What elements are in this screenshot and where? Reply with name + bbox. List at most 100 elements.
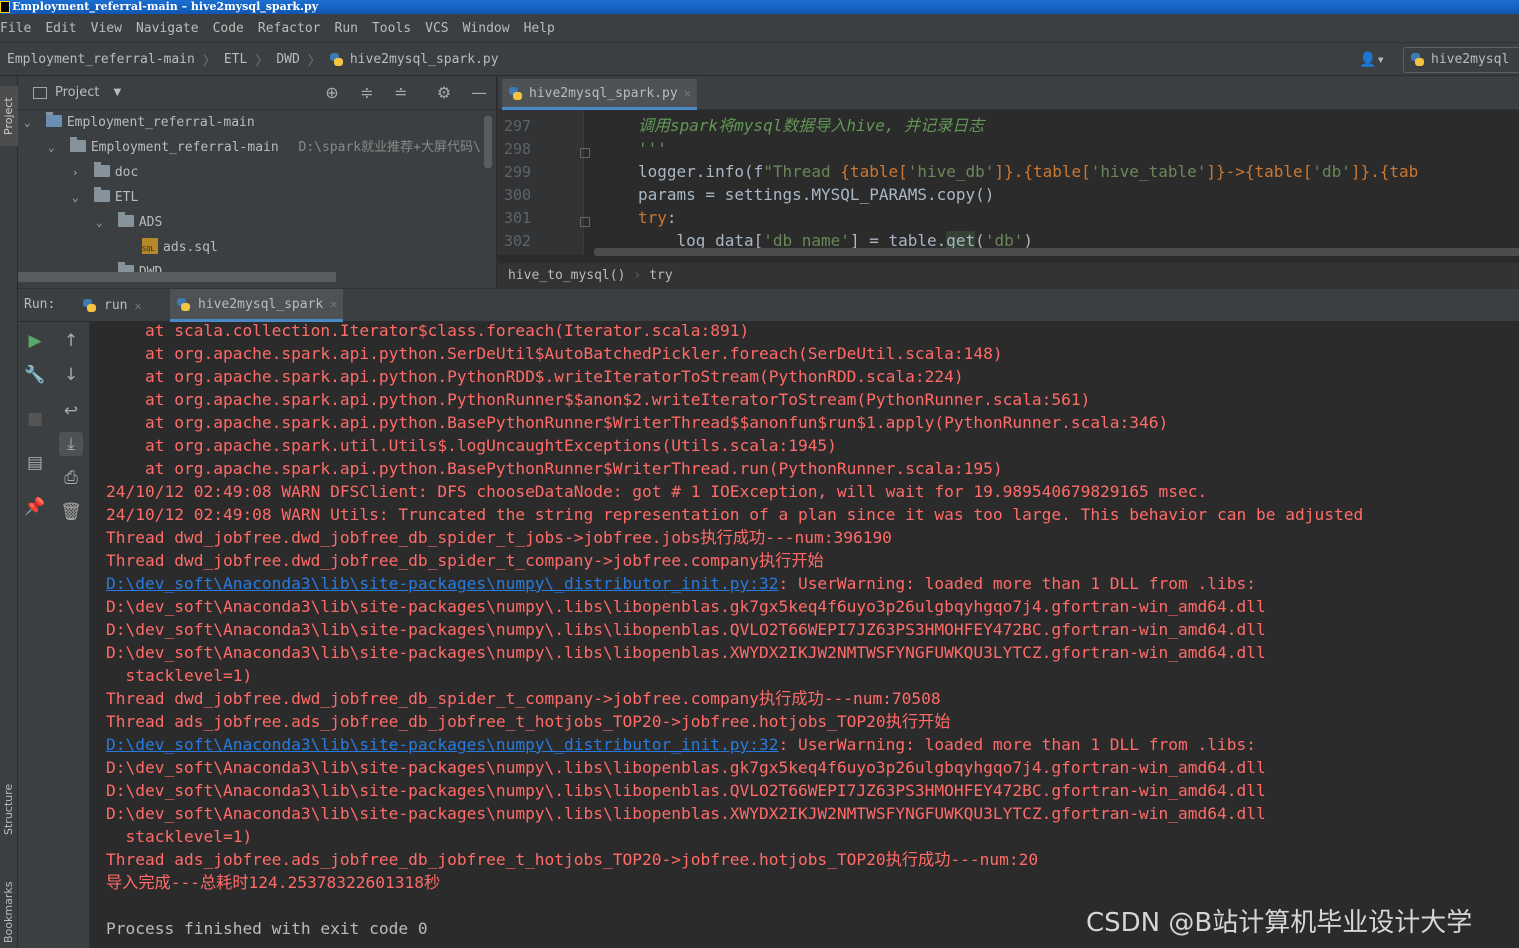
close-icon[interactable]: ✕ — [330, 297, 337, 311]
editor-tab-hive2mysql[interactable]: hive2mysql_spark.py ✕ — [502, 79, 697, 110]
menu-refactor[interactable]: Refactor — [252, 21, 329, 36]
arrow-up-icon[interactable]: ↑ — [59, 329, 83, 353]
chevron-down-icon[interactable]: ⌄ — [24, 110, 38, 135]
console-line: Thread dwd_jobfree.dwd_jobfree_db_spider… — [106, 528, 892, 547]
menu-vcs[interactable]: VCS — [419, 21, 456, 36]
locate-icon[interactable]: ⊕ — [322, 83, 342, 103]
code-token-colon: : — [666, 208, 677, 227]
breadcrumb-separator: 〉 — [202, 53, 216, 69]
folder-icon — [69, 136, 86, 152]
layout-icon[interactable]: ▤ — [23, 451, 47, 475]
project-panel: Project ▼ ⊕ ≑ ≐ ⚙ — ⌄ Employment_referra… — [18, 76, 496, 288]
console-line: at org.apache.spark.api.python.SerDeUtil… — [106, 344, 1003, 363]
code-line-298: ''' — [638, 139, 667, 158]
editor-horizontal-scrollbar[interactable] — [594, 248, 1519, 256]
chevron-down-icon[interactable]: ⌄ — [96, 210, 110, 235]
code-line-301: try: — [638, 206, 677, 229]
breadcrumb-project[interactable]: Employment_referral-main — [7, 52, 195, 67]
project-view-icon — [33, 86, 47, 99]
console-line: at org.apache.spark.api.python.PythonRun… — [106, 390, 1091, 409]
menu-run[interactable]: Run — [329, 21, 366, 36]
console-output[interactable]: at scala.collection.Iterator$class.forea… — [90, 322, 1519, 948]
crumb-block[interactable]: try — [649, 268, 672, 283]
menu-code[interactable]: Code — [207, 21, 252, 36]
tree-item-path-hint: D:\spark就业推荐+大屏代码\ — [298, 140, 481, 155]
breadcrumb-separator: 〉 — [255, 53, 269, 69]
arrow-down-icon[interactable]: ↓ — [59, 363, 83, 387]
editor-tab-label: hive2mysql_spark.py — [529, 85, 678, 101]
wrench-icon[interactable]: 🔧 — [23, 363, 47, 387]
tree-item-root-module[interactable]: ⌄ Employment_referral-main — [24, 110, 255, 135]
collapse-all-icon[interactable]: ≐ — [391, 83, 411, 103]
user-account-icon[interactable]: 👤▾ — [1359, 52, 1385, 68]
code-token: 'hive_db' — [907, 162, 995, 181]
breadcrumb-dwd[interactable]: DWD — [276, 52, 299, 67]
tree-item-ads-sql[interactable]: SQL ads.sql — [142, 235, 218, 260]
play-icon[interactable]: ▶ — [23, 329, 47, 353]
console-line: at org.apache.spark.util.Utils$.logUncau… — [106, 436, 837, 455]
project-vertical-scrollbar[interactable] — [484, 116, 492, 168]
chevron-right-icon[interactable]: › — [72, 160, 86, 185]
chevron-down-icon[interactable]: ⌄ — [48, 135, 62, 160]
crumb-function[interactable]: hive_to_mysql() — [508, 268, 625, 283]
menu-edit[interactable]: Edit — [39, 21, 84, 36]
project-horizontal-scrollbar[interactable] — [18, 272, 336, 282]
run-tab-run[interactable]: run ✕ — [76, 289, 148, 322]
run-tab-hive2mysql-spark[interactable]: hive2mysql_spark ✕ — [170, 289, 344, 322]
run-configuration-selector[interactable]: hive2mysql — [1403, 46, 1519, 73]
console-line: Thread dwd_jobfree.dwd_jobfree_db_spider… — [106, 551, 824, 570]
run-toolbar-primary: ▶ 🔧 ■ ▤ 📌 — [18, 322, 52, 948]
chevron-down-icon[interactable]: ▼ — [113, 87, 121, 98]
menu-tools[interactable]: Tools — [366, 21, 419, 36]
close-icon[interactable]: ✕ — [684, 86, 691, 100]
fold-marker-icon[interactable] — [580, 217, 590, 227]
breadcrumb-file[interactable]: hive2mysql_spark.py — [350, 52, 499, 67]
trash-icon[interactable]: 🗑 — [59, 500, 83, 524]
menu-navigate[interactable]: Navigate — [130, 21, 207, 36]
console-line: D:\dev_soft\Anaconda3\lib\site-packages\… — [106, 572, 1256, 595]
pin-icon[interactable]: 📌 — [23, 495, 47, 519]
soft-wrap-icon[interactable]: ↩ — [59, 399, 83, 423]
breadcrumb-etl[interactable]: ETL — [224, 52, 247, 67]
console-file-link[interactable]: D:\dev_soft\Anaconda3\lib\site-packages\… — [106, 574, 778, 593]
line-number: 302 — [504, 232, 532, 250]
console-line: stacklevel=1) — [106, 827, 253, 846]
code-area[interactable]: 调用spark将mysql数据导入hive, 并记录日志 ''' logger.… — [638, 110, 1519, 255]
expand-all-icon[interactable]: ≑ — [357, 83, 377, 103]
fold-marker-icon[interactable] — [580, 148, 590, 158]
stop-icon[interactable]: ■ — [23, 407, 47, 431]
print-icon[interactable]: ⎙ — [59, 466, 83, 490]
structure-tool-tab-label: Structure — [2, 783, 15, 835]
hide-panel-icon[interactable]: — — [469, 83, 489, 103]
close-icon[interactable]: ✕ — [134, 299, 141, 313]
project-view-selector[interactable]: Project — [55, 85, 99, 100]
navbar-right-tools: 👤▾ hive2mysql — [1359, 46, 1519, 73]
bookmarks-tool-tab[interactable]: Bookmarks — [0, 876, 18, 948]
editor-gutter: 297 298 299 300 301 302 — [498, 110, 590, 255]
structure-tool-tab[interactable]: Structure — [0, 771, 18, 847]
menu-window[interactable]: Window — [457, 21, 518, 36]
menu-help[interactable]: Help — [518, 21, 563, 36]
menu-file[interactable]: File — [0, 21, 39, 36]
line-number: 300 — [504, 186, 532, 204]
scroll-to-end-icon[interactable]: ⤓ — [59, 432, 83, 456]
line-number: 299 — [504, 163, 532, 181]
code-editor: hive2mysql_spark.py ✕ 297 298 299 300 30… — [497, 76, 1519, 288]
console-line: D:\dev_soft\Anaconda3\lib\site-packages\… — [106, 620, 1266, 639]
code-token: try — [638, 208, 667, 227]
menu-view[interactable]: View — [85, 21, 130, 36]
tree-item-project-folder[interactable]: ⌄ Employment_referral-main D:\spark就业推荐+… — [48, 135, 481, 160]
module-folder-icon — [45, 111, 62, 127]
tree-item-ads[interactable]: ⌄ ADS — [96, 210, 162, 235]
project-panel-toolbar: Project ▼ ⊕ ≑ ≐ ⚙ — — [18, 76, 496, 110]
gear-icon[interactable]: ⚙ — [434, 83, 454, 103]
console-file-link[interactable]: D:\dev_soft\Anaconda3\lib\site-packages\… — [106, 735, 778, 754]
left-tool-window-strip: Project Structure Bookmarks — [0, 76, 18, 948]
tree-item-doc[interactable]: › doc — [72, 160, 138, 185]
project-tool-tab[interactable]: Project — [0, 86, 18, 146]
folder-icon — [93, 186, 110, 202]
csdn-watermark: CSDN @B站计算机毕业设计大学 — [1086, 908, 1473, 938]
console-line-exit: Process finished with exit code 0 — [106, 919, 428, 938]
chevron-down-icon[interactable]: ⌄ — [72, 185, 86, 210]
tree-item-etl[interactable]: ⌄ ETL — [72, 185, 138, 210]
